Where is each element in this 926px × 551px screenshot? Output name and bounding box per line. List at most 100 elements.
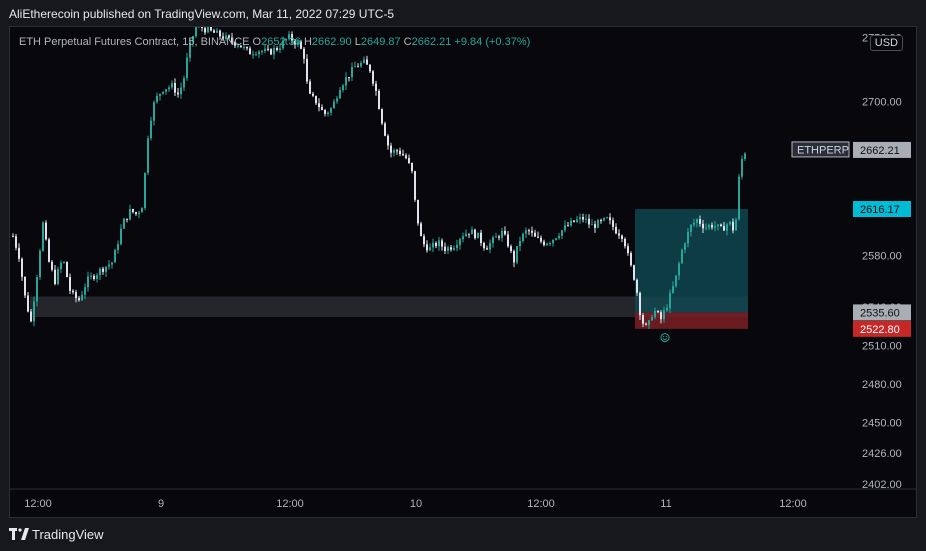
candle-body [390,145,392,153]
currency-button[interactable]: USD [869,35,903,51]
candle-body [138,212,140,215]
candle-body [174,83,176,93]
candle-body [534,232,536,237]
candle-body [81,294,83,301]
candle-body [705,227,707,229]
candle-body [666,307,668,311]
candle-body [579,217,581,220]
candle-body [99,268,101,276]
candle-body [108,264,110,267]
candle-body [591,224,593,226]
candle-body [180,87,182,95]
price-chart[interactable]: 2750.002700.002616.172580.002540.002510.… [10,27,917,518]
candle-body [498,236,500,238]
smile-icon-mouth [662,338,668,340]
candle-body [663,310,665,320]
candle-body [693,222,695,225]
candle-body [456,244,458,249]
candle-body [738,176,740,220]
candle-body [207,27,209,33]
candle-body [594,224,596,228]
candle-body [153,102,155,121]
candle-body [636,279,638,293]
candle-body [216,30,218,33]
candle-body [201,27,203,28]
x-tick-label: 12:00 [24,498,52,510]
candle-body [504,230,506,235]
candle-body [525,230,527,234]
candle-body [414,171,416,200]
candle-body [420,223,422,237]
candle-body [345,77,347,86]
candle-body [267,48,269,50]
candle-body [321,107,323,110]
candle-body [327,112,329,114]
candle-body [543,241,545,246]
candle-body [435,242,437,247]
candle-body [690,224,692,232]
candle-body [549,243,551,245]
candle-body [33,301,35,322]
candle-body [648,320,650,325]
candle-body [495,236,497,238]
change-value: +9.84 (+0.37%) [454,36,531,48]
candle-body [15,236,17,248]
candle-body [588,218,590,225]
candle-body [312,93,314,96]
candle-body [399,150,401,155]
candle-body [582,217,584,220]
symbol-title[interactable]: ETH Perpetual Futures Contract, 15, BINA… [19,36,249,48]
candle-body [303,48,305,59]
candle-body [540,237,542,242]
candle-body [699,219,701,224]
smile-icon-eye [665,335,668,338]
candle-body [537,236,539,238]
candle-body [678,263,680,276]
candle-body [618,233,620,236]
candle-body [465,233,467,237]
candle-body [474,229,476,239]
candle-body [696,219,698,223]
candle-body [630,253,632,266]
footer: TradingView [0,518,926,551]
candle-body [39,250,41,278]
candle-body [135,212,137,215]
candle-body [132,209,134,213]
candle-body [24,276,26,296]
candle-body [78,298,80,301]
candle-body [249,48,251,55]
candle-body [351,66,353,78]
candle-body [339,90,341,99]
candle-body [375,83,377,91]
candle-body [687,231,689,244]
candle-body [126,218,128,220]
price-tag-value: 2535.60 [860,307,900,319]
candle-body [573,220,575,222]
candle-body [96,275,98,279]
candle-body [162,91,164,94]
candle-body [63,261,65,263]
candle-body [381,109,383,124]
candle-body [366,59,368,65]
candle-body [21,258,23,277]
candle-body [252,54,254,56]
candle-body [702,223,704,229]
candle-body [492,237,494,244]
candle-body [93,275,95,279]
candle-body [480,232,482,244]
tradingview-logo-icon[interactable] [9,528,29,540]
candle-body [84,287,86,295]
candle-body [468,233,470,235]
candle-body [75,292,77,299]
candle-body [42,222,44,251]
candle-body [651,316,653,321]
candle-body [444,246,446,251]
candle-body [186,57,188,79]
close-label: C [403,36,412,48]
candle-body [441,240,443,247]
candle-body [336,98,338,102]
chart-area[interactable]: 2750.002700.002616.172580.002540.002510.… [9,26,917,518]
candle-body [309,81,311,94]
candle-body [729,221,731,225]
brand-name[interactable]: TradingView [32,527,104,542]
